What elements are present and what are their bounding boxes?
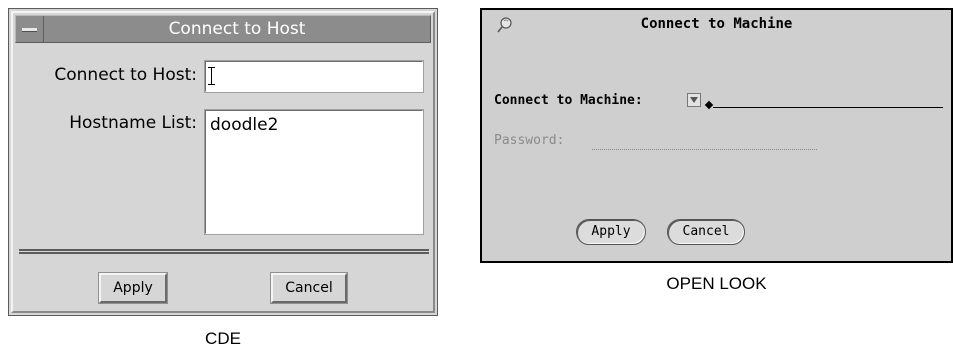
pushpin-icon[interactable]: [496, 16, 514, 34]
openlook-cancel-button[interactable]: Cancel: [667, 219, 745, 245]
hostname-list-label: Hostname List:: [69, 113, 197, 133]
connect-to-host-label: Connect to Host:: [54, 65, 197, 85]
openlook-apply-button[interactable]: Apply: [576, 219, 646, 245]
openlook-caption: OPEN LOOK: [666, 274, 767, 293]
connect-to-machine-label: Connect to Machine:: [494, 93, 643, 108]
password-field[interactable]: [592, 148, 817, 150]
text-cursor-icon: [208, 67, 215, 85]
cde-apply-button[interactable]: Apply: [98, 272, 168, 304]
connect-to-host-input[interactable]: [204, 60, 424, 93]
openlook-window-title: Connect to Machine: [640, 16, 793, 32]
cde-window-title: Connect to Host: [168, 19, 306, 39]
openlook-title-bar[interactable]: Connect to Machine: [482, 10, 951, 40]
hostname-list[interactable]: doodle2: [204, 109, 424, 235]
separator: [19, 249, 429, 254]
insert-caret-icon: [704, 100, 714, 110]
hostname-list-item[interactable]: doodle2: [210, 115, 278, 135]
openlook-connect-dialog: Connect to Machine Connect to Machine: P…: [480, 8, 953, 263]
window-menu-button[interactable]: [16, 16, 44, 42]
cde-connect-dialog: Connect to Host Connect to Host: Hostnam…: [8, 8, 438, 316]
cde-cancel-button[interactable]: Cancel: [270, 272, 348, 304]
connect-to-machine-field[interactable]: [713, 106, 943, 108]
cde-title-bar[interactable]: Connect to Host: [15, 15, 431, 43]
window-menu-icon: [22, 28, 37, 32]
cde-caption: CDE: [205, 329, 241, 348]
abbreviated-menu-button[interactable]: [687, 93, 701, 107]
password-label: Password:: [494, 133, 565, 148]
